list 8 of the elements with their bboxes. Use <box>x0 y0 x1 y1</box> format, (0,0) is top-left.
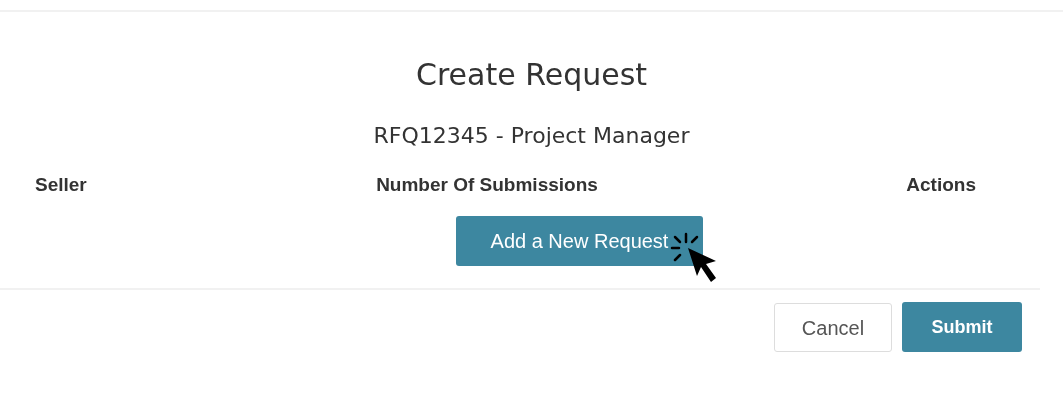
add-request-button[interactable]: Add a New Request <box>456 216 703 266</box>
submit-button[interactable]: Submit <box>902 302 1022 352</box>
modal-title: Create Request <box>414 56 649 94</box>
modal-subtitle: RFQ12345 - Project Manager <box>372 122 691 150</box>
column-header: Number Of Submissions <box>375 173 599 197</box>
column-header: Actions <box>905 173 977 197</box>
column-header: Seller <box>34 173 88 197</box>
cancel-button[interactable]: Cancel <box>774 303 892 352</box>
